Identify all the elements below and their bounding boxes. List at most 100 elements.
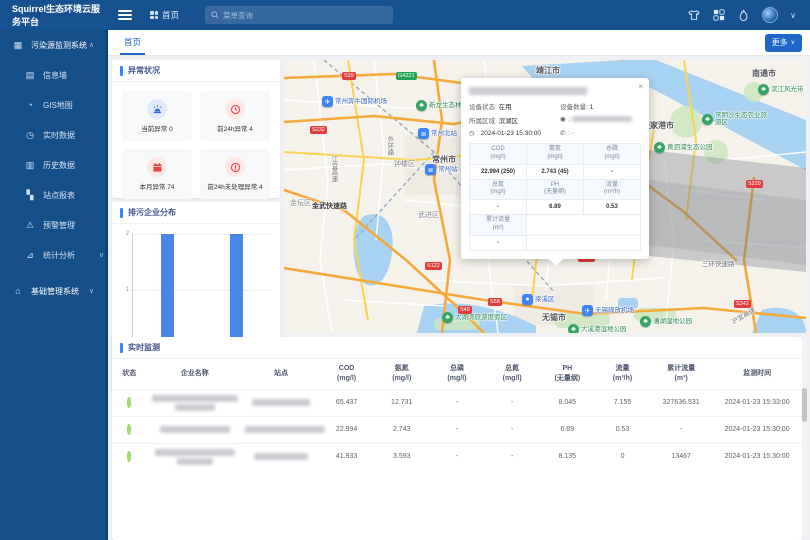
bar-wuxi[interactable]: [161, 234, 174, 345]
table-row[interactable]: 65.437 12.731 - - 8.045 7.155 327636.531…: [112, 389, 802, 416]
gis-map[interactable]: 靖江市南通市张家港市常州市无锡市钟楼区武进区金坛区金武快速路外环路江宜高速沪宜高…: [284, 60, 806, 333]
card-24h-unhandled-abnormal[interactable]: 前24h未处理异常 4: [200, 149, 270, 199]
user-avatar[interactable]: [762, 7, 778, 23]
close-icon[interactable]: ×: [638, 82, 643, 91]
flame-icon[interactable]: [737, 9, 750, 22]
map-label-text: 金武快速路: [312, 201, 347, 211]
card-label: 前24h异常: [217, 126, 247, 133]
map-label: 江宜高速: [328, 156, 338, 182]
station-report-icon: ▚: [24, 190, 36, 201]
poi-blue-icon[interactable]: ✈: [322, 96, 333, 107]
map-poi-marker[interactable]: ♣太湖湾旅游度假区: [442, 312, 507, 323]
table-row[interactable]: 41.933 3.593 - - 8.135 0 13467 2024-01-2…: [112, 443, 802, 470]
map-poi-marker[interactable]: ✈无锡硕放机场: [582, 305, 634, 316]
status-dot-green: [127, 397, 131, 408]
location-pin-icon: ◉: [560, 115, 568, 123]
popup-readings-table: COD(mg/l) 氨氮(mg/l) 总磷(mg/l) 22.994 (250)…: [469, 143, 641, 251]
nh3-cell: 2.743: [374, 416, 429, 443]
map-poi-marker[interactable]: ✈常州奔牛国际机场: [322, 96, 387, 107]
poi-blue-icon[interactable]: ≣: [418, 128, 429, 139]
map-poi-marker[interactable]: ♣新龙生态林: [416, 100, 462, 111]
sidebar-item-label: 信息墙: [43, 70, 67, 81]
map-label: 金武快速路: [312, 201, 347, 211]
map-label-text: 太湖湾旅游度假区: [455, 314, 507, 321]
sidebar-item-info-wall[interactable]: ▤ 信息墙: [0, 60, 106, 90]
poi-blue-icon[interactable]: ✈: [582, 305, 593, 316]
ph-value: 6.89: [527, 200, 584, 215]
map-label-text: 武进区: [418, 210, 439, 220]
map-label-text: S232: [310, 126, 327, 134]
scrollbar-track[interactable]: [802, 340, 807, 536]
poi-green-icon[interactable]: ♣: [442, 312, 453, 323]
map-poi-marker[interactable]: ●梁溪区: [522, 294, 555, 305]
map-label: 外环路: [384, 136, 394, 156]
map-poi-marker[interactable]: ♣大溪港湿地公园: [568, 324, 627, 333]
tp-value: -: [584, 165, 640, 180]
card-value: 4: [259, 184, 263, 191]
nh3-value: 2.743 (45): [527, 165, 584, 180]
gis-map-icon: ◔: [24, 100, 36, 110]
breadcrumb-home[interactable]: 首页: [162, 9, 179, 21]
sidebar-group-pollution-monitoring[interactable]: ▦ 污染源监测系统 ∧: [0, 30, 106, 60]
table-row[interactable]: 22.994 2.743 - - 6.89 0.53 - 2024-01-23 …: [112, 416, 802, 443]
map-label-text: 大溪港湿地公园: [581, 326, 627, 333]
tab-strip: 首页 更多 ∨: [108, 30, 810, 56]
card-month-abnormal[interactable]: 本月异常 74: [122, 149, 192, 199]
tp-cell: -: [429, 416, 484, 443]
tab-home[interactable]: 首页: [120, 30, 145, 55]
map-label-text: 漕湖湿地公园: [653, 318, 692, 325]
map-poi-marker[interactable]: ♣滨江风光带: [758, 84, 804, 95]
card-current-abnormal[interactable]: 当前异常 0: [122, 91, 192, 141]
poi-green-icon[interactable]: ♣: [654, 142, 665, 153]
card-value: 0: [169, 126, 173, 133]
map-label-text: 靖江市: [536, 65, 560, 76]
map-label-text: 外环路: [384, 136, 394, 156]
table-header-row: 状态 企业名称 站点 COD(mg/l) 氨氮(mg/l) 总磷(mg/l) 总…: [112, 359, 802, 389]
menu-search[interactable]: [205, 6, 393, 24]
sidebar-item-gis-map[interactable]: ◔ GIS地图: [0, 90, 106, 120]
map-label: S232: [310, 126, 327, 134]
map-label: 三环快速路: [702, 258, 735, 268]
layout-screens-icon[interactable]: [712, 9, 725, 22]
search-input[interactable]: [223, 11, 387, 20]
theme-skin-icon[interactable]: [687, 9, 700, 22]
card-label: 前24h未处理异常: [207, 184, 257, 191]
tn-cell: -: [485, 389, 540, 416]
map-label-text: 滨江风光带: [771, 86, 804, 93]
more-button[interactable]: 更多 ∨: [765, 34, 802, 52]
map-poi-marker[interactable]: ≣常州站: [425, 164, 458, 175]
sidebar-item-alert-management[interactable]: ⚠ 预警管理: [0, 210, 106, 240]
siren-icon: [147, 99, 167, 119]
scrollbar-thumb[interactable]: [802, 388, 807, 422]
poi-green-icon[interactable]: ♣: [568, 324, 579, 333]
info-wall-icon: ▤: [24, 70, 36, 81]
map-label-text: 金坛区: [290, 198, 311, 208]
poi-green-icon[interactable]: ♣: [640, 316, 651, 327]
poi-green-icon[interactable]: ♣: [758, 84, 769, 95]
sidebar-item-label: GIS地图: [43, 100, 73, 111]
poi-green-icon[interactable]: ♣: [702, 114, 713, 125]
user-menu-chevron-down-icon[interactable]: ∨: [790, 11, 796, 20]
home-grid-icon: [150, 11, 158, 19]
menu-toggle-icon[interactable]: [118, 10, 132, 20]
chevron-down-icon: ∨: [791, 39, 795, 46]
bar-binhu[interactable]: [230, 234, 243, 345]
map-poi-marker[interactable]: ♣黄泗浦生态公园: [654, 142, 713, 153]
poi-green-icon[interactable]: ♣: [416, 100, 427, 111]
map-poi-marker[interactable]: ♣常阴沙生态农业旅游区: [702, 112, 767, 127]
panel-accent: [120, 66, 123, 76]
sidebar-item-history-data[interactable]: ▥ 历史数据: [0, 150, 106, 180]
card-24h-abnormal[interactable]: 前24h异常 4: [200, 91, 270, 141]
nh3-cell: 3.593: [374, 443, 429, 470]
sidebar-item-statistics[interactable]: ⊿ 统计分析 ∨: [0, 240, 106, 270]
panel-title: 实时监测: [128, 342, 160, 353]
poi-blue-icon[interactable]: ≣: [425, 164, 436, 175]
poi-blue-icon[interactable]: ●: [522, 294, 533, 305]
sidebar-item-station-report[interactable]: ▚ 站点报表: [0, 180, 106, 210]
sidebar-group-base-management[interactable]: ⌂ 基础管理系统 ∨: [0, 276, 106, 306]
map-poi-marker[interactable]: ♣漕湖湿地公园: [640, 316, 692, 327]
chevron-down-icon: ∨: [89, 287, 96, 295]
sidebar-item-realtime-data[interactable]: ◷ 实时数据: [0, 120, 106, 150]
map-poi-marker[interactable]: ≣常州北站: [418, 128, 457, 139]
breadcrumb[interactable]: 首页: [150, 9, 179, 21]
